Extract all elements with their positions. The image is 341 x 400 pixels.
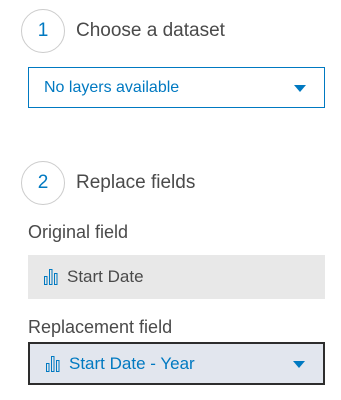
step-1-number-badge: 1 [21,9,65,53]
step-1-header: 1 Choose a dataset [21,8,225,54]
replacement-field-dropdown[interactable]: Start Date - Year [28,342,325,385]
bar-chart-field-icon [44,269,58,285]
dataset-dropdown-value: No layers available [44,78,180,96]
chevron-down-icon [293,360,305,368]
original-field-label: Original field [28,222,129,242]
replacement-field-value: Start Date - Year [69,353,195,373]
original-field-display: Start Date [28,255,325,299]
step-2-title: Replace fields [76,172,196,193]
original-field-value: Start Date [67,267,144,286]
replacement-field-label: Replacement field [28,317,173,337]
step-1-title: Choose a dataset [76,20,225,41]
dataset-dropdown[interactable]: No layers available [28,67,325,108]
step-2-header: 2 Replace fields [21,160,195,206]
step-2-number-badge: 2 [21,161,65,205]
bar-chart-field-icon [46,355,60,372]
chevron-down-icon [294,84,306,92]
